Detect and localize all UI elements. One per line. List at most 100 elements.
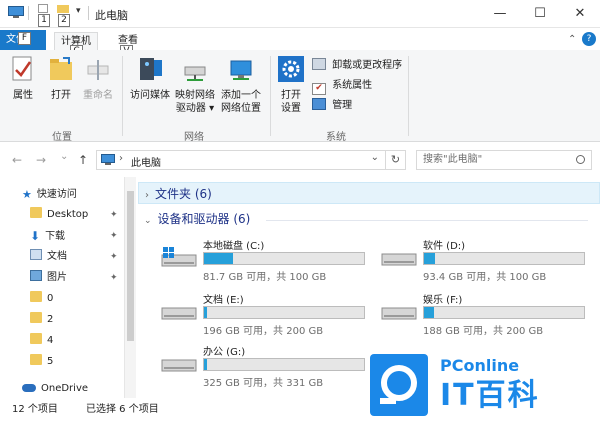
rename-label: 重命名 xyxy=(83,90,113,101)
address-dropdown-chevron-icon[interactable]: ⌄ xyxy=(371,152,379,163)
drive-f[interactable]: 娱乐 (F:) 188 GB 可用，共 200 GB xyxy=(378,291,598,337)
map-network-drive-button[interactable]: 映射网络 驱动器 ▾ xyxy=(172,64,218,115)
nav-item-folder-0[interactable]: 0 xyxy=(30,290,53,308)
pconline-logo xyxy=(370,354,428,416)
manage-computer-icon xyxy=(312,98,326,110)
manage-label: 管理 xyxy=(332,100,353,111)
windows-drive-icon xyxy=(160,247,198,272)
properties-button[interactable]: 属性 xyxy=(6,56,40,102)
map-drive-label-2: 驱动器 ▾ xyxy=(175,103,215,114)
nav-item-desktop[interactable]: Desktop xyxy=(30,206,88,224)
drive-icon xyxy=(160,301,198,326)
pin-icon: ✦ xyxy=(110,252,118,262)
selection-count: 已选择 6 个项目 xyxy=(86,404,159,415)
nav-item-pictures[interactable]: 图片 xyxy=(30,269,67,287)
system-properties-button[interactable]: ✔ 系统属性 xyxy=(312,78,372,95)
open-folder-icon xyxy=(44,56,78,86)
uninstall-label: 卸载或更改程序 xyxy=(332,60,403,71)
open-button[interactable]: 打开 xyxy=(44,56,78,102)
add-location-label-2: 网络位置 xyxy=(221,103,261,114)
drive-name: 软件 (D:) xyxy=(423,241,466,252)
access-media-button[interactable]: 访问媒体 xyxy=(126,56,174,102)
drive-e[interactable]: 文档 (E:) 196 GB 可用，共 200 GB xyxy=(158,291,378,337)
nav-item-downloads[interactable]: ⬇ 下载 xyxy=(30,227,65,245)
nav-item-label: 5 xyxy=(47,356,54,367)
nav-item-folder-4[interactable]: 4 xyxy=(30,332,53,350)
nav-item-label: 2 xyxy=(47,314,54,325)
up-button[interactable]: ↑ xyxy=(78,153,88,167)
star-icon: ★ xyxy=(22,188,32,201)
tab-file-keytip: F xyxy=(18,32,31,45)
network-group-label: 网络 xyxy=(184,132,204,143)
drive-usage-bar xyxy=(203,252,365,265)
maximize-button[interactable]: ☐ xyxy=(520,0,560,28)
network-location-icon xyxy=(218,60,264,86)
chevron-right-icon: › xyxy=(145,190,149,201)
nav-item-label: 文档 xyxy=(47,251,67,262)
nav-item-folder-2[interactable]: 2 xyxy=(30,311,53,329)
open-settings-button[interactable]: 打开 设置 xyxy=(274,56,308,115)
title-separator xyxy=(88,6,89,20)
drive-usage-bar xyxy=(203,306,365,319)
ribbon: 属性 打开 重命名 位置 访问媒体 映射网络 驱动器 ▾ 添加一个 网络位置 网… xyxy=(0,50,600,143)
customize-qa-chevron-icon[interactable]: ▾ xyxy=(76,6,81,16)
rename-button[interactable]: 重命名 xyxy=(80,56,116,102)
close-button[interactable]: ✕ xyxy=(560,0,600,28)
help-button[interactable]: ? xyxy=(582,32,596,46)
breadcrumb-this-pc[interactable]: 此电脑 xyxy=(131,154,161,169)
open-settings-label-2: 设置 xyxy=(281,103,301,114)
drive-usage-fill xyxy=(204,359,207,370)
back-button[interactable]: ← xyxy=(12,153,22,167)
add-network-location-button[interactable]: 添加一个 网络位置 xyxy=(218,60,264,115)
minimize-button[interactable]: — xyxy=(480,0,520,28)
drive-usage-fill xyxy=(424,253,435,264)
nav-quick-access[interactable]: ★ 快速访问 xyxy=(22,186,77,204)
address-pc-icon xyxy=(101,154,115,169)
drive-space-info: 188 GB 可用，共 200 GB xyxy=(423,326,544,337)
network-drive-icon xyxy=(172,64,218,86)
settings-gear-icon xyxy=(274,56,308,86)
manage-button[interactable]: 管理 xyxy=(312,98,352,114)
nav-item-folder-5[interactable]: 5 xyxy=(30,353,53,371)
media-server-icon xyxy=(126,56,174,86)
refresh-button[interactable]: ↻ xyxy=(386,150,406,170)
nav-item-label: 图片 xyxy=(47,272,67,283)
search-input[interactable]: 搜索"此电脑" xyxy=(416,150,592,170)
uninstall-programs-button[interactable]: 卸载或更改程序 xyxy=(312,58,402,74)
devices-header-label: 设备和驱动器 (6) xyxy=(157,212,251,226)
recent-locations-chevron-icon[interactable]: ⌄ xyxy=(60,151,68,162)
drive-d[interactable]: 软件 (D:) 93.4 GB 可用，共 100 GB xyxy=(378,237,598,283)
drive-usage-fill xyxy=(424,307,434,318)
navigation-pane: ★ 快速访问 Desktop ✦ ⬇ 下载 ✦ 文档 ✦ 图片 ✦ 0 2 4 5 … xyxy=(0,177,138,398)
system-properties-check-icon: ✔ xyxy=(312,83,326,95)
ribbon-expand-chevron-icon[interactable]: ⌃ xyxy=(568,34,576,45)
folder-icon xyxy=(30,207,42,218)
drive-name: 娱乐 (F:) xyxy=(423,295,463,306)
drive-usage-bar xyxy=(423,252,585,265)
devices-section-header[interactable]: ⌄ 设备和驱动器 (6) xyxy=(138,208,600,230)
new-folder-qa-icon[interactable] xyxy=(57,4,69,16)
nav-item-documents[interactable]: 文档 xyxy=(30,248,67,266)
documents-icon xyxy=(30,249,42,260)
drive-g[interactable]: 办公 (G:) 325 GB 可用，共 331 GB xyxy=(158,343,378,389)
nav-item-label: 0 xyxy=(47,293,54,304)
nav-item-label: 4 xyxy=(47,335,54,346)
drive-space-info: 93.4 GB 可用，共 100 GB xyxy=(423,272,547,283)
drive-icon xyxy=(380,301,418,326)
drive-c[interactable]: 本地磁盘 (C:) 81.7 GB 可用，共 100 GB xyxy=(158,237,378,283)
drive-space-info: 196 GB 可用，共 200 GB xyxy=(203,326,324,337)
nav-onedrive[interactable]: OneDrive xyxy=(22,380,88,398)
address-input[interactable]: › 此电脑 ⌄ xyxy=(96,150,386,170)
cloud-icon xyxy=(22,384,36,392)
nav-scrollbar-thumb[interactable] xyxy=(127,191,134,341)
properties-label: 属性 xyxy=(13,90,33,101)
forward-button[interactable]: → xyxy=(36,153,46,167)
properties-qa-icon[interactable] xyxy=(38,4,48,16)
folders-header-label: 文件夹 (6) xyxy=(155,187,212,201)
this-pc-icon[interactable] xyxy=(8,6,24,22)
folders-section-header[interactable]: › 文件夹 (6) xyxy=(138,182,600,204)
pin-icon: ✦ xyxy=(110,273,118,283)
nav-quick-access-label: 快速访问 xyxy=(36,189,77,200)
system-group-label: 系统 xyxy=(326,132,346,143)
nav-scrollbar[interactable] xyxy=(124,177,136,398)
